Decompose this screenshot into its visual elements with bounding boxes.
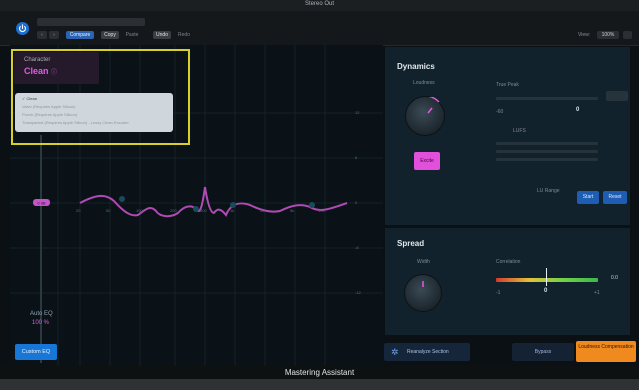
highlight-annotation	[11, 49, 190, 145]
db-tick: 0	[355, 200, 358, 205]
true-peak-toggle[interactable]	[606, 91, 628, 101]
copy-button[interactable]: Copy	[101, 31, 119, 39]
power-icon	[19, 24, 26, 33]
freq-tick: 50	[106, 208, 111, 213]
freq-tick: 20	[76, 208, 81, 213]
correlation-meter	[496, 278, 598, 282]
db-tick: -6	[355, 245, 359, 250]
true-peak-min: -60	[496, 109, 504, 115]
auto-eq-value[interactable]: 100 %	[32, 320, 49, 326]
freq-tick: 200	[170, 208, 177, 213]
window-title: Stereo Out	[304, 1, 334, 7]
excite-button[interactable]: Excite	[414, 152, 440, 170]
lufs-label: LUFS	[513, 128, 526, 134]
correlation-min: -1	[496, 290, 501, 296]
toolbar: ‹ › Compare Copy Paste Undo Redo View: 1…	[0, 11, 639, 46]
db-tick: 12	[355, 110, 360, 115]
correlation-indicator	[546, 268, 547, 286]
lufs-meter-m	[496, 142, 598, 145]
lufs-meter-i	[496, 158, 598, 161]
width-knob-indicator	[422, 281, 424, 287]
redo-button[interactable]: Redo	[175, 31, 193, 39]
reanalyze-label: Reanalyze Section	[407, 349, 449, 355]
link-button[interactable]	[623, 31, 632, 39]
freq-tick: 5k	[290, 208, 295, 213]
freq-tick: 10k	[318, 208, 325, 213]
loudness-compensation-button[interactable]: Loudness Compensation	[576, 341, 636, 362]
power-button[interactable]	[16, 22, 29, 35]
correlation-value: 0	[544, 288, 548, 294]
true-peak-value[interactable]: 0	[576, 107, 579, 113]
start-button[interactable]: Start	[577, 191, 599, 204]
spread-readout: 0.0	[611, 275, 618, 281]
freq-tick: 1k	[230, 208, 235, 213]
custom-eq-button[interactable]: Custom EQ	[15, 344, 57, 360]
reanalyze-section-button[interactable]: ✲ Reanalyze Section	[384, 343, 470, 361]
view-zoom-select[interactable]: 100%	[597, 31, 619, 39]
reset-button[interactable]: Reset	[603, 191, 627, 204]
eq-handle-label: 0 dB	[37, 201, 46, 206]
bypass-button[interactable]: Bypass	[512, 343, 574, 361]
freq-tick: 2k	[260, 208, 265, 213]
true-peak-label: True Peak	[496, 82, 519, 88]
undo-button[interactable]: Undo	[153, 31, 171, 39]
true-peak-meter	[496, 97, 598, 100]
width-knob[interactable]	[404, 274, 442, 312]
view-label: View:	[578, 32, 591, 38]
next-preset-button[interactable]: ›	[49, 31, 59, 39]
compare-button[interactable]: Compare	[66, 31, 94, 39]
correlation-max: +1	[594, 290, 600, 296]
freq-tick: 100	[136, 208, 143, 213]
previous-preset-button[interactable]: ‹	[37, 31, 47, 39]
lufs-meter-s	[496, 150, 598, 153]
dynamics-title: Dynamics	[397, 62, 435, 71]
plugin-window: Stereo Out ‹ › Compare Copy Paste Undo R…	[0, 0, 639, 390]
auto-eq-label: Auto EQ	[30, 311, 53, 317]
freq-tick: 500	[200, 208, 207, 213]
spread-title: Spread	[397, 239, 425, 248]
bottom-dock	[0, 379, 639, 390]
paste-button[interactable]: Paste	[123, 31, 141, 39]
correlation-label: Correlation	[496, 259, 521, 265]
plugin-name: Mastering Assistant	[284, 368, 355, 377]
loudness-knob[interactable]	[405, 95, 445, 136]
magic-wand-icon: ✲	[391, 347, 399, 357]
db-tick: 6	[355, 155, 358, 160]
loudness-label: Loudness	[413, 80, 435, 86]
loudness-knob-indicator	[426, 95, 440, 114]
width-label: Width	[417, 259, 430, 265]
lu-range-label: LU Range	[537, 188, 560, 194]
db-tick: -12	[355, 290, 361, 295]
preset-menu[interactable]	[37, 18, 145, 26]
